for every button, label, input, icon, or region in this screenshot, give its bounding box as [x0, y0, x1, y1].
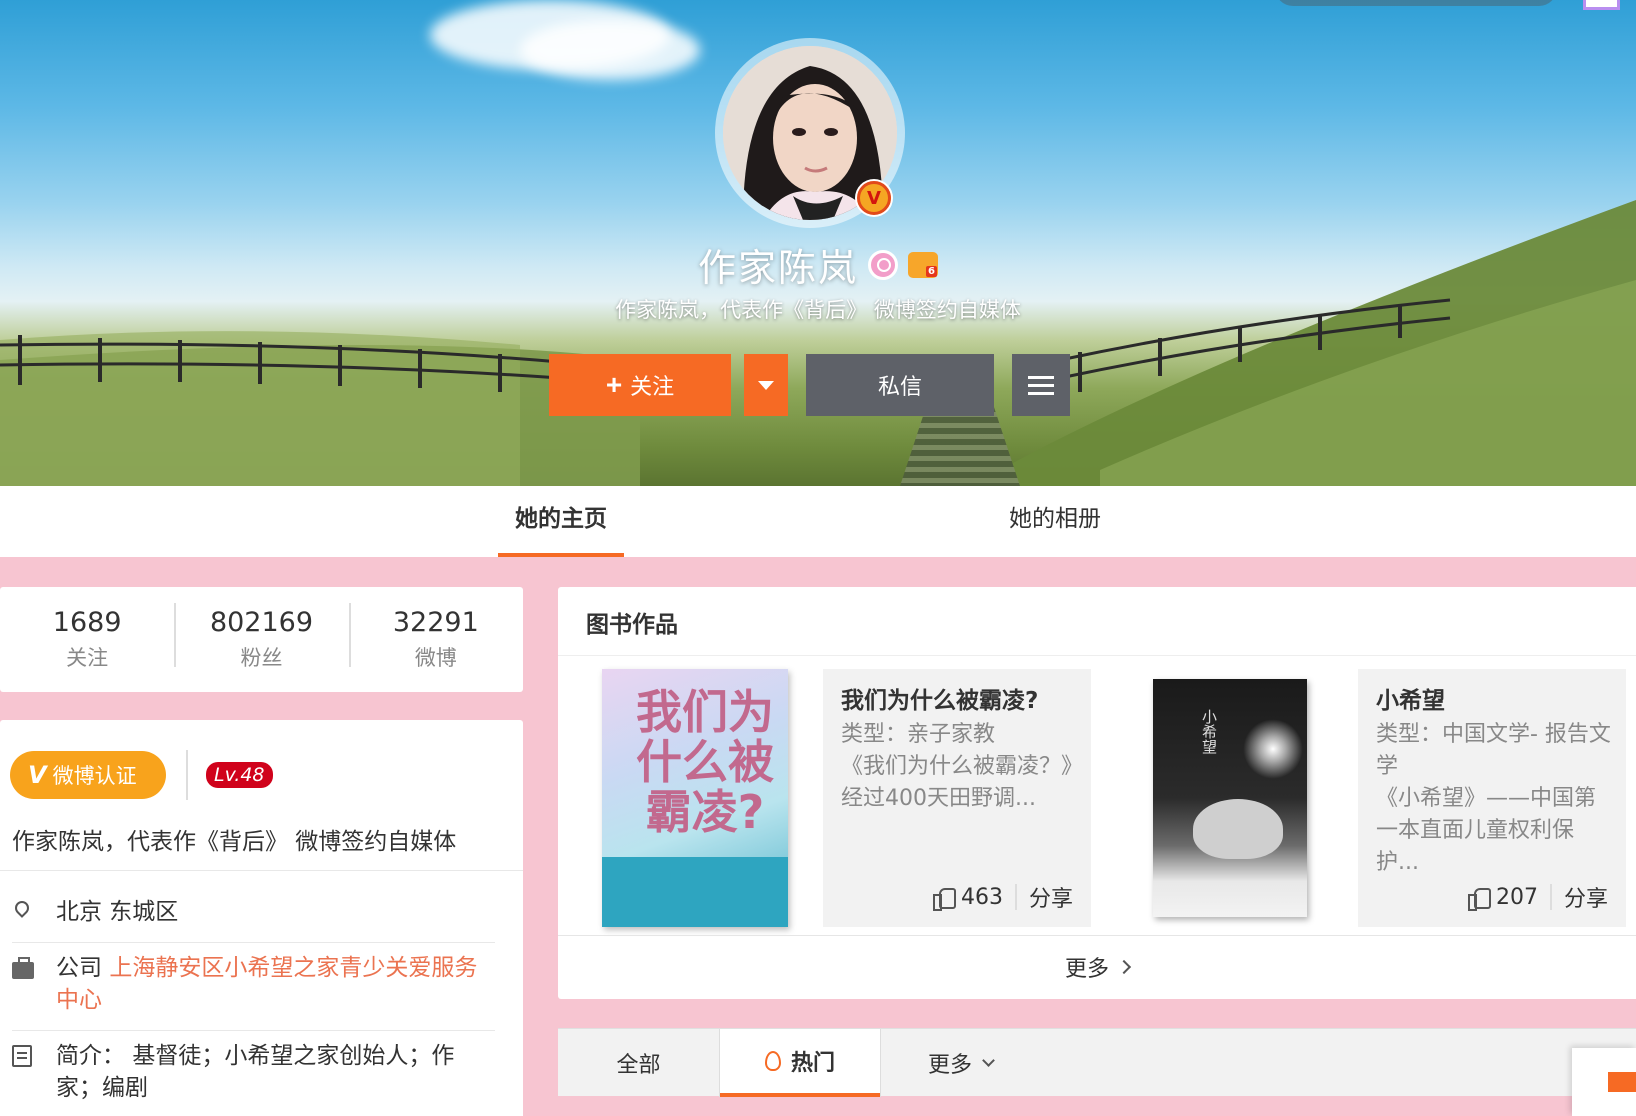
floating-mail-button[interactable]: [1572, 1048, 1636, 1116]
tab-all[interactable]: 全部: [558, 1029, 720, 1097]
thumb-up-icon[interactable]: [932, 886, 956, 911]
book-summary: 《小希望》——中国第一本直面儿童权利保护...: [1376, 786, 1597, 875]
cover-hand: [1193, 799, 1283, 859]
hamburger-icon: [1028, 375, 1054, 379]
divider: [0, 870, 523, 871]
like-count[interactable]: 207: [1496, 885, 1538, 910]
book-type: 类型：亲子家教: [841, 722, 996, 747]
divider: [12, 1030, 495, 1031]
location-text: 北京 东城区: [56, 899, 179, 925]
profile-name-row: 作家陈岚 6: [0, 237, 1636, 292]
book-type: 类型：中国文学- 报告文学: [1376, 722, 1611, 779]
company-prefix: 公司: [56, 955, 102, 981]
books-title: 图书作品: [586, 612, 678, 638]
profile-nav: 她的主页 她的相册: [0, 486, 1636, 557]
profile-name: 作家陈岚: [697, 246, 858, 290]
divider: [1549, 884, 1552, 910]
books-card: 图书作品 我们为什么被霸凌? 我们为什么被霸凌? 类型：亲子家教 《我们为什么被…: [558, 587, 1636, 999]
badge-row: V 微博认证 Lv.48: [10, 750, 273, 800]
stats-card: 1689 关注 802169 粉丝 32291 微博: [0, 587, 523, 692]
share-button[interactable]: 分享: [1029, 881, 1073, 913]
company-text: 公司 上海静安区小希望之家青少关爱服务中心: [56, 952, 495, 1016]
stat-posts[interactable]: 32291 微博: [348, 603, 523, 672]
location-pin-icon: [10, 898, 36, 925]
tab-more[interactable]: 更多: [880, 1029, 1040, 1097]
tab-hot-label: 热门: [790, 1051, 835, 1076]
more-menu-button[interactable]: [1012, 354, 1070, 416]
book-actions: 463 分享: [932, 881, 1073, 913]
books-more-link[interactable]: 更多: [558, 935, 1636, 999]
book-cover[interactable]: 我们为什么被霸凌?: [602, 669, 788, 927]
book-cover-title: 我们为什么被霸凌?: [636, 685, 774, 839]
top-search-bar[interactable]: [1275, 0, 1557, 6]
tab-more-label: 更多: [927, 1053, 972, 1078]
book-desc: 类型：亲子家教 《我们为什么被霸凌？》经过400天田野调...: [841, 719, 1081, 815]
book-cover-title: 小希望: [1200, 709, 1218, 754]
chevron-right-icon: [1116, 959, 1132, 975]
edit-note-icon: [10, 1043, 36, 1069]
book-info[interactable]: 小希望 类型：中国文学- 报告文学 《小希望》——中国第一本直面儿童权利保护..…: [1358, 669, 1626, 927]
verify-label: 微博认证: [52, 764, 137, 788]
thumb-up-icon[interactable]: [1467, 886, 1491, 911]
top-corner-widget[interactable]: [1583, 0, 1620, 10]
divider: [186, 750, 188, 800]
profile-intro: 作家陈岚，代表作《背后》 微博签约自媒体: [615, 298, 1021, 322]
like-count[interactable]: 463: [961, 885, 1003, 910]
divider: [558, 655, 1636, 656]
company-link[interactable]: 上海静安区小希望之家青少关爱服务中心: [56, 955, 477, 1013]
tab-hot[interactable]: 热门: [720, 1029, 880, 1097]
feed-tabs: 全部 热门 更多: [558, 1028, 1636, 1097]
bio-text: 简介： 基督徒；小希望之家创始人；作家；编剧: [56, 1040, 495, 1104]
stat-value: 802169: [209, 607, 314, 638]
book-desc: 类型：中国文学- 报告文学 《小希望》——中国第一本直面儿童权利保护...: [1376, 719, 1616, 879]
verified-v-icon: V: [28, 761, 47, 789]
divider: [1014, 884, 1017, 910]
level-badge[interactable]: Lv.48: [206, 762, 273, 788]
divider: [12, 942, 495, 943]
book-actions: 207 分享: [1467, 881, 1608, 913]
flame-icon: [764, 1051, 781, 1071]
chevron-down-icon: [758, 380, 774, 390]
stat-following[interactable]: 1689 关注: [0, 607, 174, 672]
share-button[interactable]: 分享: [1564, 881, 1608, 913]
stat-value: 32291: [392, 607, 479, 638]
vip-crown-icon[interactable]: 6: [908, 251, 938, 278]
more-label: 更多: [1064, 957, 1109, 982]
follow-label: 关注: [630, 374, 675, 399]
verified-v-icon: V: [857, 181, 891, 215]
chevron-down-icon: [982, 1053, 995, 1067]
stat-label: 微博: [414, 646, 457, 670]
stat-label: 粉丝: [240, 646, 283, 670]
profile-info-card: V 微博认证 Lv.48 作家陈岚，代表作《背后》 微博签约自媒体 北京 东城区…: [0, 720, 523, 1116]
book-summary: 《我们为什么被霸凌？》经过400天田野调...: [841, 754, 1073, 811]
stat-followers[interactable]: 802169 粉丝: [174, 603, 348, 672]
mail-icon: [1608, 1072, 1636, 1092]
cover-band: [602, 857, 788, 927]
follow-dropdown-button[interactable]: [744, 354, 788, 416]
follow-button[interactable]: + 关注: [549, 354, 731, 416]
card-intro: 作家陈岚，代表作《背后》 微博签约自媒体: [12, 829, 457, 855]
company-row: 公司 上海静安区小希望之家青少关爱服务中心: [10, 952, 495, 1016]
stat-label: 关注: [66, 646, 109, 670]
tab-album[interactable]: 她的相册: [990, 486, 1120, 557]
bio-prefix: 简介：: [56, 1043, 125, 1069]
location-row: 北京 东城区: [10, 896, 495, 928]
plus-icon: +: [605, 369, 623, 400]
book-title[interactable]: 小希望: [1376, 681, 1445, 715]
stat-value: 1689: [52, 607, 122, 638]
book-cover[interactable]: 小希望: [1153, 679, 1307, 917]
briefcase-icon: [10, 955, 36, 981]
weibo-verify-badge[interactable]: V 微博认证: [10, 751, 166, 799]
cover-light: [1243, 719, 1303, 779]
book-title[interactable]: 我们为什么被霸凌?: [841, 681, 1038, 715]
female-icon: [868, 249, 898, 280]
book-info[interactable]: 我们为什么被霸凌? 类型：亲子家教 《我们为什么被霸凌？》经过400天田野调..…: [823, 669, 1091, 927]
bio-row: 简介： 基督徒；小希望之家创始人；作家；编剧: [10, 1040, 495, 1104]
tab-home[interactable]: 她的主页: [498, 486, 624, 557]
message-button[interactable]: 私信: [806, 354, 994, 416]
